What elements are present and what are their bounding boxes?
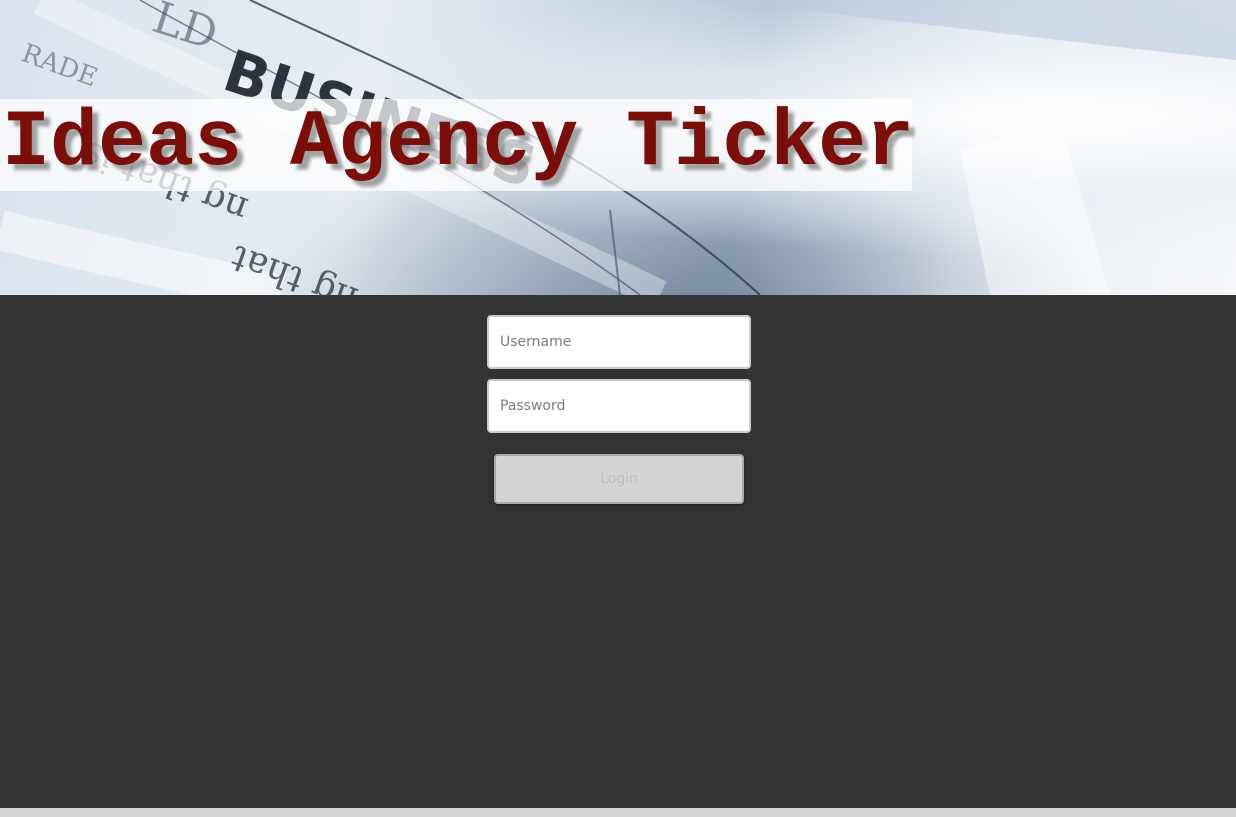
site-title: Ideas Agency Ticker xyxy=(2,98,915,189)
username-input[interactable] xyxy=(487,315,751,369)
password-input[interactable] xyxy=(487,379,751,433)
login-page: BUSINESS LD RADE ng that is ng that Idea… xyxy=(0,0,1236,817)
svg-text:RADE: RADE xyxy=(18,38,102,93)
login-form: Login xyxy=(487,315,751,504)
footer-bar xyxy=(0,808,1236,817)
login-button[interactable]: Login xyxy=(494,454,744,504)
header-banner-image: BUSINESS LD RADE ng that is ng that Idea… xyxy=(0,0,1236,295)
